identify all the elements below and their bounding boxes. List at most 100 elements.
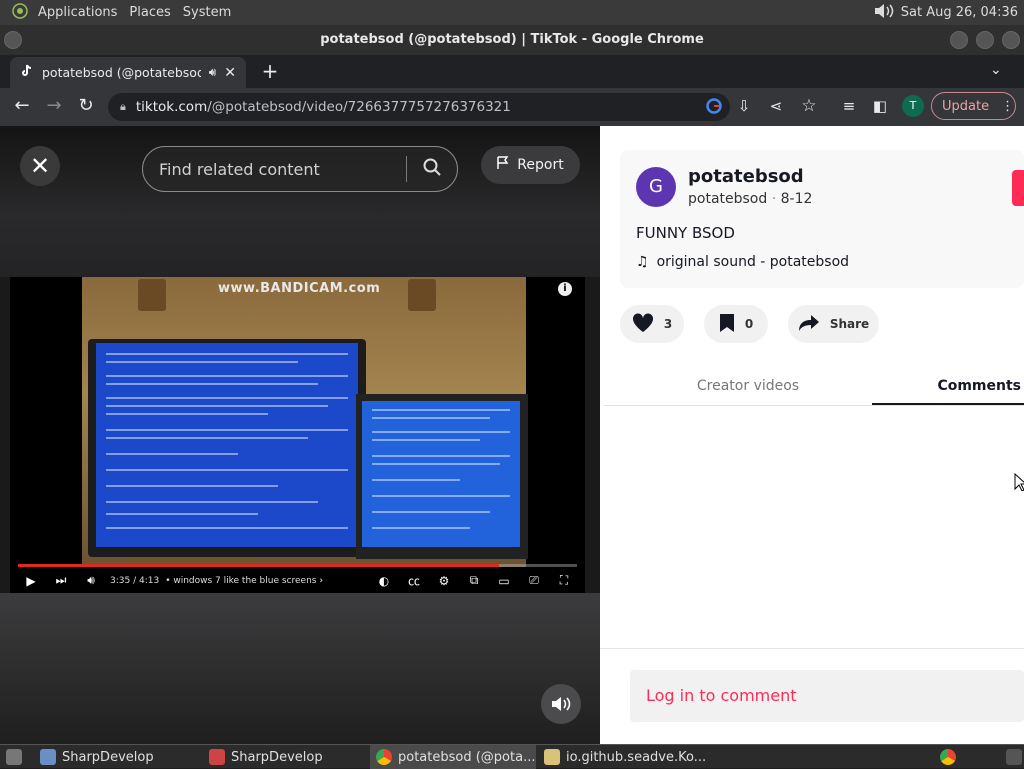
- url-domain: tiktok.com: [135, 99, 208, 115]
- menu-applications[interactable]: Applications: [32, 5, 123, 20]
- mouse-cursor-icon: [1014, 472, 1024, 492]
- menu-system[interactable]: System: [177, 5, 237, 20]
- follow-button[interactable]: [1012, 170, 1024, 206]
- report-button[interactable]: Report: [481, 146, 580, 184]
- video-controls: ▶ ⏭ 🔊︎ 3:35 / 4:13 • windows 7 like the …: [10, 568, 585, 593]
- close-window-button[interactable]: [1002, 31, 1020, 49]
- maximize-button[interactable]: [976, 31, 994, 49]
- side-panel-icon[interactable]: ◧: [866, 92, 894, 120]
- taskbar-label: potatebsod (@pota...: [398, 749, 536, 765]
- close-video-button[interactable]: ✕: [20, 146, 60, 186]
- autoplay-toggle-icon[interactable]: ◐: [369, 574, 399, 588]
- google-lens-icon[interactable]: [700, 92, 728, 120]
- gnome-foot-icon[interactable]: [8, 2, 32, 23]
- window-title: potatebsod (@potatebsod) | TikTok - Goog…: [320, 32, 704, 47]
- sharpdevelop-icon: [40, 749, 56, 765]
- creator-username[interactable]: potatebsod: [688, 166, 804, 187]
- taskbar-label: SharpDevelop: [62, 749, 154, 765]
- bookmark-star-icon[interactable]: ☆: [795, 92, 823, 120]
- cast-icon[interactable]: ⎚: [519, 573, 549, 588]
- search-icon[interactable]: [407, 158, 457, 181]
- video-progress-fill: [18, 564, 499, 567]
- active-tab-indicator: [872, 403, 1024, 405]
- info-icon[interactable]: i: [558, 282, 572, 296]
- taskbar-item-chrome[interactable]: potatebsod (@pota...: [370, 745, 536, 769]
- taskbar-label: io.github.seadve.Ko...: [566, 749, 707, 765]
- mute-toggle-button[interactable]: [541, 684, 581, 724]
- tab-close-icon[interactable]: ✕: [224, 65, 236, 81]
- bookmark-count: 0: [744, 317, 754, 331]
- taskbar-label: SharpDevelop: [231, 749, 323, 765]
- video-blur-bottom: [0, 593, 600, 744]
- menu-places[interactable]: Places: [123, 5, 176, 20]
- window-menu-button[interactable]: [4, 31, 22, 49]
- tiktok-favicon-icon: [20, 64, 34, 81]
- like-button[interactable]: 3: [620, 305, 684, 343]
- embedded-video[interactable]: www.BANDICAM.com i ▶ ⏭ 🔊︎ 3:35 / 4:13 • …: [10, 277, 585, 593]
- taskbar-item-kooha[interactable]: io.github.seadve.Ko...: [538, 745, 718, 769]
- chrome-icon: [376, 749, 392, 765]
- tray-workspace[interactable]: [1000, 745, 1024, 769]
- tab-search-chevron-icon[interactable]: ⌄: [990, 62, 1002, 78]
- share-arrow-icon: [798, 314, 820, 335]
- next-icon[interactable]: ⏭: [46, 573, 76, 588]
- update-button[interactable]: Update ⋮: [931, 92, 1016, 120]
- chapter-chevron-icon[interactable]: ›: [319, 576, 323, 586]
- kebab-menu-icon[interactable]: ⋮: [1001, 99, 1014, 114]
- video-chapter[interactable]: • windows 7 like the blue screens: [165, 576, 316, 586]
- settings-gear-icon[interactable]: ⚙: [429, 574, 459, 588]
- forward-icon[interactable]: →: [40, 92, 68, 120]
- music-title: original sound - potatebsod: [656, 254, 850, 270]
- tab-audio-icon[interactable]: 🔊︎: [209, 65, 217, 80]
- desktop-taskbar: SharpDevelop SharpDevelop potatebsod (@p…: [0, 744, 1024, 769]
- bookmark-button[interactable]: 0: [704, 305, 768, 343]
- new-tab-button[interactable]: +: [258, 60, 282, 84]
- tray-chrome[interactable]: [934, 745, 960, 769]
- captions-icon[interactable]: ㏄: [399, 572, 429, 589]
- creator-handle[interactable]: potatebsod: [688, 191, 767, 207]
- flag-icon: [497, 156, 509, 174]
- profile-avatar[interactable]: T: [902, 95, 924, 117]
- tab-creator-videos[interactable]: Creator videos: [604, 378, 892, 394]
- back-icon[interactable]: ←: [8, 92, 36, 120]
- volume-icon[interactable]: [873, 2, 895, 24]
- theater-mode-icon[interactable]: ▭: [489, 574, 519, 588]
- show-desktop-button[interactable]: [0, 745, 26, 769]
- share-button[interactable]: Share: [788, 305, 879, 343]
- address-bar[interactable]: 🔒︎ tiktok.com/@potatebsod/video/72663777…: [108, 93, 730, 121]
- taskbar-item-sharpdevelop-1[interactable]: SharpDevelop: [34, 745, 199, 769]
- play-icon[interactable]: ▶: [16, 574, 46, 588]
- taskbar-item-sharpdevelop-2[interactable]: SharpDevelop: [203, 745, 368, 769]
- related-search-box[interactable]: Find related content: [142, 146, 458, 192]
- lock-icon[interactable]: 🔒︎: [120, 100, 126, 114]
- miniplayer-icon[interactable]: ⧉: [459, 573, 489, 588]
- reload-icon[interactable]: ↻: [72, 92, 100, 120]
- login-to-comment[interactable]: Log in to comment: [630, 670, 1024, 722]
- desktop-icon: [6, 749, 22, 765]
- media-controls-icon[interactable]: ≡: [835, 92, 863, 120]
- bsod-screen-right: [362, 401, 520, 547]
- sharpdevelop-debug-icon: [209, 749, 225, 765]
- browser-tab[interactable]: potatebsod (@potatebsod 🔊︎ ✕: [10, 57, 246, 88]
- minimize-button[interactable]: [950, 31, 968, 49]
- divider: [600, 648, 1024, 649]
- window-title-bar: potatebsod (@potatebsod) | TikTok - Goog…: [0, 25, 1024, 55]
- install-app-icon[interactable]: ⇩: [730, 92, 758, 120]
- url-path: /@potatebsod/video/7266377757276376321: [207, 99, 511, 115]
- share-page-icon[interactable]: ⋖: [762, 92, 790, 120]
- heart-icon: [632, 312, 654, 336]
- volume-control-icon[interactable]: 🔊︎: [76, 573, 106, 588]
- search-input[interactable]: Find related content: [159, 160, 320, 179]
- tray-chrome-icon: [940, 749, 956, 765]
- wall-shelf-left: [138, 279, 166, 311]
- kooha-icon: [544, 749, 560, 765]
- music-link[interactable]: ♫ original sound - potatebsod: [636, 254, 849, 270]
- fullscreen-icon[interactable]: ⛶: [549, 573, 579, 588]
- update-label: Update: [942, 98, 990, 114]
- workspace-icon: [1006, 749, 1022, 765]
- creator-avatar[interactable]: G: [636, 167, 676, 207]
- clock[interactable]: Sat Aug 26, 04:36: [901, 5, 1018, 20]
- tab-comments[interactable]: Comments: [872, 378, 1024, 394]
- bsod-screen-left: [96, 343, 358, 547]
- bookmark-icon: [719, 313, 735, 336]
